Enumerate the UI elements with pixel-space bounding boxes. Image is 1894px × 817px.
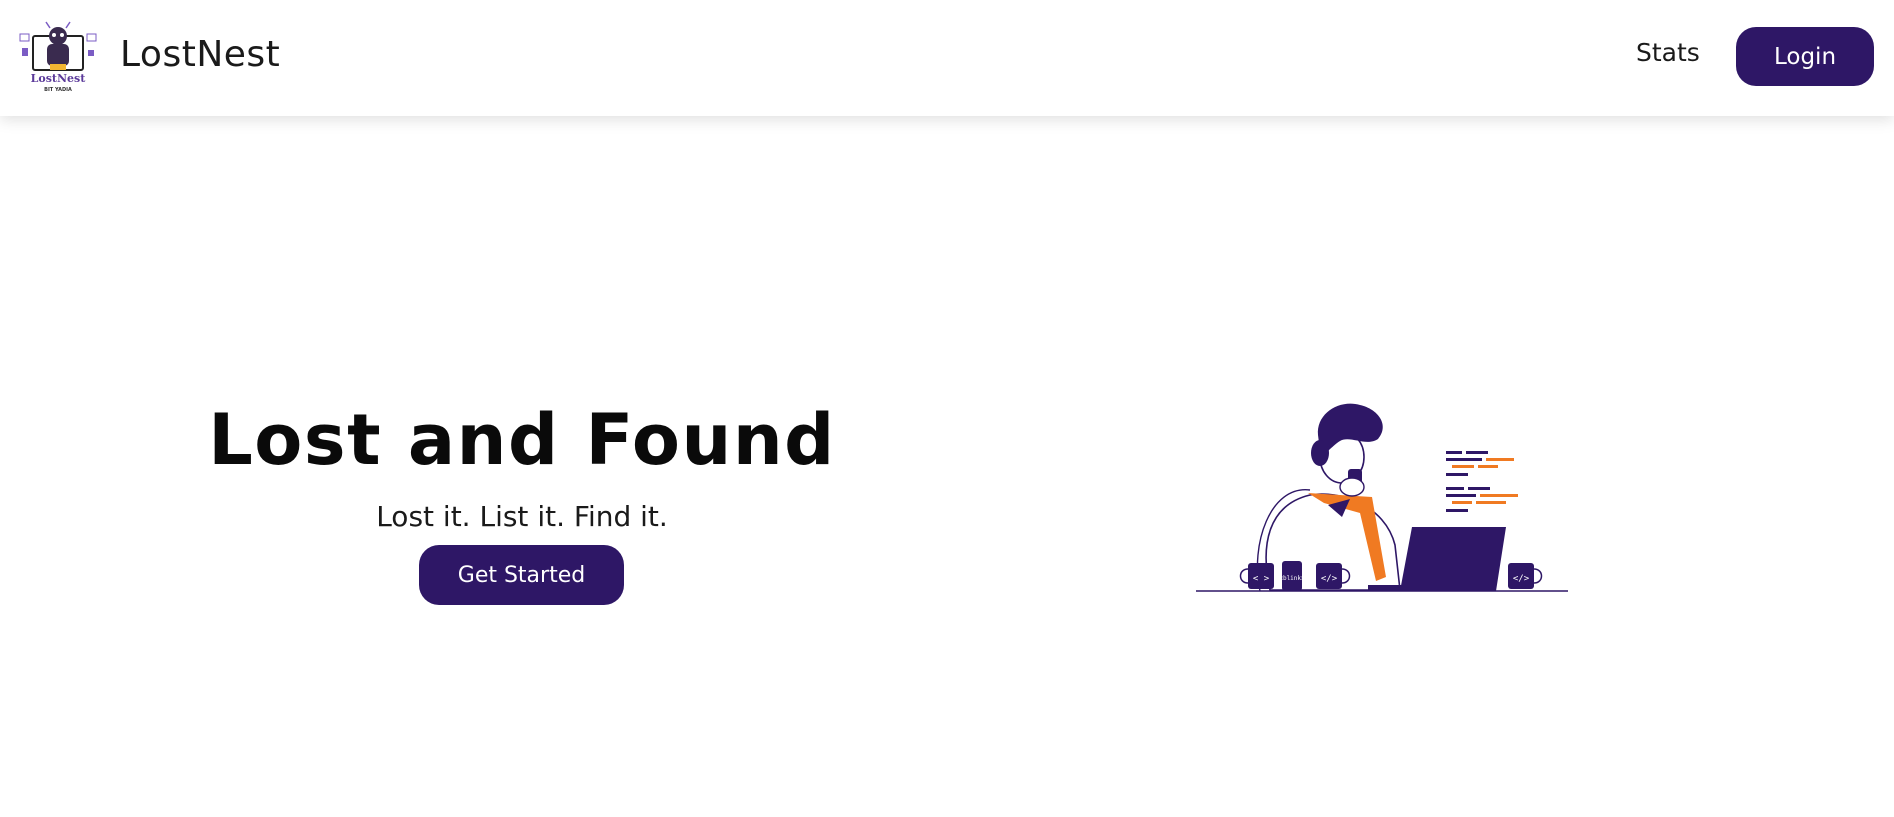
svg-text:< >: < > <box>1253 574 1270 584</box>
svg-text:</>: </> <box>1321 574 1338 584</box>
nav-link-stats[interactable]: Stats <box>1636 38 1700 67</box>
hero-illustration: < > <blink> </> </> <box>1196 403 1568 592</box>
person-illustration <box>1256 403 1401 592</box>
brand-name[interactable]: LostNest <box>120 34 280 75</box>
logo-subtext: BIT YADIA <box>44 87 72 93</box>
mug-icon: </> <box>1508 563 1543 589</box>
login-button[interactable]: Login <box>1736 27 1874 86</box>
can-icon: <blink> <box>1279 561 1305 591</box>
logo[interactable]: LostNest BIT YADIA <box>16 16 100 94</box>
logo-text: LostNest <box>31 72 87 85</box>
navbar: LostNest BIT YADIA LostNest Stats Login <box>0 0 1894 116</box>
code-lines-icon <box>1446 451 1518 512</box>
svg-text:<blink>: <blink> <box>1279 575 1305 582</box>
mug-icon: < > <box>1239 563 1274 589</box>
hero-title: Lost and Found <box>208 399 836 481</box>
hero-tagline: Lost it. List it. Find it. <box>376 500 668 533</box>
logo-mascot-icon <box>19 21 97 71</box>
get-started-button[interactable]: Get Started <box>419 545 624 605</box>
svg-text:</>: </> <box>1513 574 1530 584</box>
